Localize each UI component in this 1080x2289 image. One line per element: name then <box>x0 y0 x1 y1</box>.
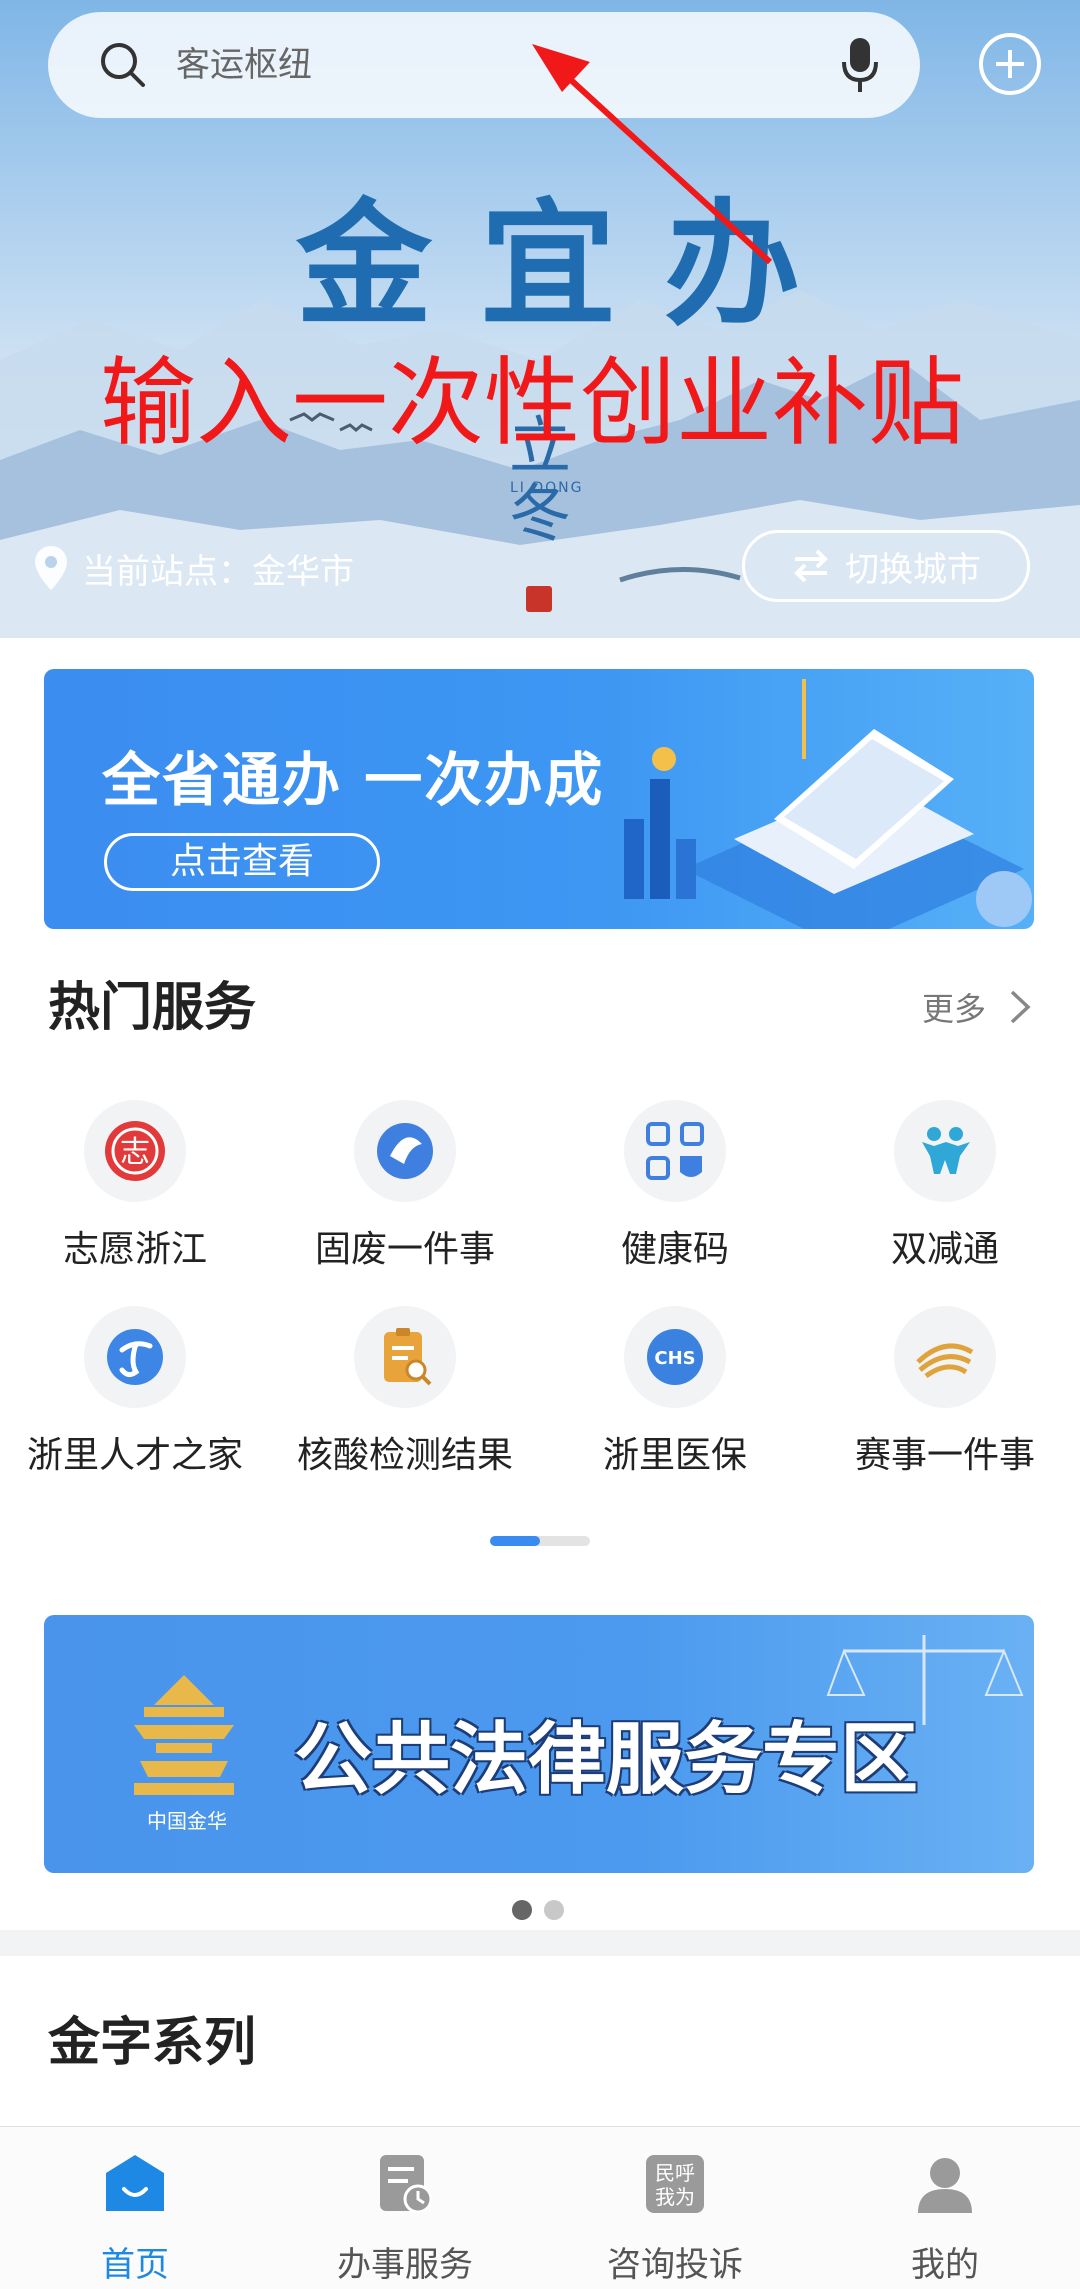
tab-label: 首页 <box>101 2245 169 2285</box>
service-item-medical-insurance[interactable]: CHS 浙里医保 <box>540 1306 810 1496</box>
complaint-icon: 民呼 我为 <box>646 2155 704 2213</box>
swap-icon <box>794 549 828 583</box>
logo-caption: 中国金华 <box>147 1809 227 1833</box>
golden-series-title: 金字系列 <box>48 2013 257 2073</box>
double-reduction-icon <box>894 1100 996 1202</box>
service-item-sports-event[interactable]: 赛事一件事 <box>810 1306 1080 1496</box>
more-label: 更多 <box>921 990 986 1028</box>
medical-insurance-icon: CHS <box>624 1306 726 1408</box>
pager-indicator <box>490 1536 540 1546</box>
golden-series-section: 金字系列 <box>0 1956 1080 2126</box>
service-item-nucleic-test[interactable]: 核酸检测结果 <box>270 1306 540 1496</box>
current-location: 当前站点：金华市 <box>32 540 354 596</box>
view-details-button[interactable]: 点击查看 <box>104 833 380 891</box>
service-label: 浙里人才之家 <box>26 1435 243 1476</box>
sports-event-icon <box>894 1306 996 1408</box>
service-item-zhiyuan[interactable]: 志 志愿浙江 <box>0 1100 270 1290</box>
chevron-right-icon <box>1010 990 1031 1024</box>
health-code-icon <box>624 1100 726 1202</box>
tab-label: 咨询投诉 <box>607 2245 743 2285</box>
service-label: 双减通 <box>890 1229 999 1270</box>
location-label: 当前站点：金华市 <box>82 551 354 592</box>
hot-services-title: 热门服务 <box>48 978 257 1038</box>
banner-carousel-dots <box>512 1900 576 1920</box>
tab-profile[interactable]: 我的 <box>810 2127 1080 2289</box>
tab-complaint[interactable]: 民呼 我为 咨询投诉 <box>540 2127 810 2289</box>
location-pin-icon <box>35 546 67 590</box>
tab-label: 办事服务 <box>337 2245 473 2285</box>
tab-label: 我的 <box>911 2245 979 2285</box>
scales-icon <box>826 1635 1024 1725</box>
solid-waste-icon <box>354 1100 456 1202</box>
main-content: 全省通办 一次办成 点击查看 热门服务 更多 志 志愿浙江 固废一件事 健康码 … <box>0 638 1080 1930</box>
service-label: 固废一件事 <box>314 1229 495 1270</box>
talent-home-icon <box>84 1306 186 1408</box>
tab-services[interactable]: 办事服务 <box>270 2127 540 2289</box>
service-icon <box>380 2155 433 2214</box>
carousel-dot <box>544 1900 564 1920</box>
legal-services-banner[interactable]: 中国金华 公共法律服务专区 <box>44 1615 1034 1873</box>
services-pager <box>490 1536 590 1546</box>
svg-text:我为: 我为 <box>655 2185 695 2209</box>
service-item-solid-waste[interactable]: 固废一件事 <box>270 1100 540 1290</box>
svg-text:CHS: CHS <box>654 1348 695 1369</box>
home-icon <box>106 2155 164 2211</box>
tab-home[interactable]: 首页 <box>0 2127 270 2289</box>
service-item-health-code[interactable]: 健康码 <box>540 1100 810 1290</box>
more-link[interactable]: 更多 <box>922 984 1032 1030</box>
carousel-dot-active <box>512 1900 532 1920</box>
svg-text:志: 志 <box>120 1135 150 1170</box>
switch-city-button[interactable]: 切换城市 <box>742 530 1030 602</box>
zhiyuan-icon: 志 <box>84 1100 186 1202</box>
hot-services-header: 热门服务 更多 <box>48 978 1032 1038</box>
hero-banner: 客运枢纽 金宜办 立冬 LI DONG 输入一次性创业补贴 当前站点：金华市 切… <box>0 0 1080 638</box>
nucleic-test-icon <box>354 1306 456 1408</box>
service-item-talent-home[interactable]: 浙里人才之家 <box>0 1306 270 1496</box>
service-item-double-reduction[interactable]: 双减通 <box>810 1100 1080 1290</box>
service-label: 志愿浙江 <box>62 1229 207 1270</box>
svg-text:民呼: 民呼 <box>655 2161 695 2185</box>
jinhua-logo-icon <box>134 1675 234 1795</box>
laptop-illustration-icon <box>624 679 1032 929</box>
promo-banner-province[interactable]: 全省通办 一次办成 点击查看 <box>44 669 1034 929</box>
profile-icon <box>918 2158 972 2213</box>
bottom-tab-bar: 首页 办事服务 民呼 我为 咨询投诉 我的 <box>0 2126 1080 2289</box>
switch-city-label: 切换城市 <box>845 549 981 590</box>
service-label: 浙里医保 <box>602 1435 747 1476</box>
banner-title: 全省通办 一次办成 <box>102 746 605 814</box>
service-label: 核酸检测结果 <box>296 1435 513 1476</box>
service-label: 赛事一件事 <box>854 1435 1035 1476</box>
service-label: 健康码 <box>620 1229 729 1270</box>
